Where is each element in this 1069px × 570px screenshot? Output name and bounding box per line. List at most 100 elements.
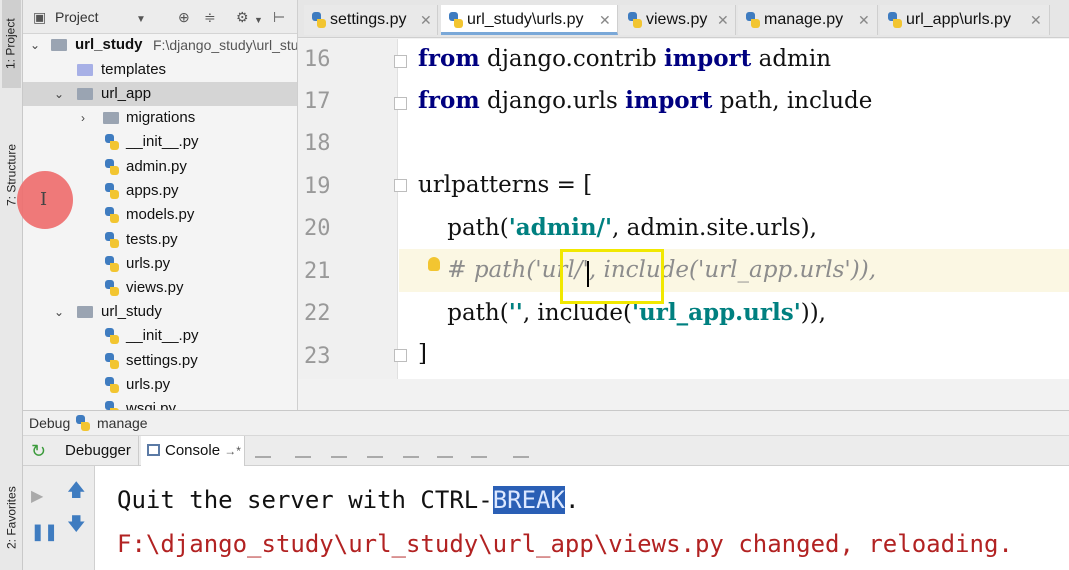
- favorites-tool-tab[interactable]: 2: Favorites: [2, 470, 21, 566]
- tab-views[interactable]: views.py ✕: [620, 5, 736, 35]
- tree-item-label: url_study: [101, 303, 162, 320]
- gear-dropdown-icon[interactable]: ▼: [254, 12, 263, 28]
- close-icon[interactable]: ✕: [717, 5, 729, 35]
- code-editor[interactable]: 16 17 18 19 20 21 22 23 from django.cont…: [298, 39, 1069, 379]
- fold-marker-icon[interactable]: [394, 55, 407, 68]
- console-reload-line: F:\django_study\url_study\url_app\views.…: [117, 530, 1013, 558]
- tab-url-app-urls[interactable]: url_app\urls.py ✕: [880, 5, 1050, 35]
- force-step-into-icon[interactable]: [367, 444, 383, 458]
- show-execution-point-icon[interactable]: [255, 444, 271, 458]
- keyword: import: [664, 45, 752, 72]
- tab-console[interactable]: Console →*: [141, 436, 245, 466]
- project-toolbar: ▣ Project ▼ ⊕ ≑ ⚙ ▼ ⊢: [23, 0, 297, 34]
- code-text: path(: [418, 215, 509, 241]
- line-number: 18: [304, 131, 331, 156]
- tree-item-label: views.py: [126, 279, 184, 296]
- close-icon[interactable]: ✕: [420, 5, 432, 35]
- evaluate-icon[interactable]: [471, 444, 487, 458]
- tab-url-study-urls[interactable]: url_study\urls.py ✕: [441, 5, 618, 35]
- lightbulb-icon[interactable]: [428, 257, 440, 271]
- console-text: .: [564, 486, 580, 514]
- tree-item-file[interactable]: views.py: [23, 276, 297, 300]
- tree-item-file[interactable]: settings.py: [23, 349, 297, 373]
- tree-item-label: tests.py: [126, 231, 178, 248]
- resume-icon[interactable]: ▶: [31, 486, 43, 506]
- tab-label: url_study\urls.py: [467, 11, 584, 28]
- string-literal: '': [508, 299, 523, 326]
- tree-item-file[interactable]: wsgi.py: [23, 397, 297, 410]
- tree-item-label: urls.py: [126, 376, 171, 393]
- debug-config-name[interactable]: manage: [97, 411, 148, 435]
- tree-item-label: settings.py: [126, 352, 198, 369]
- tab-label: views.py: [646, 11, 708, 28]
- tab-label: Console: [165, 442, 221, 459]
- selection-highlight-box: [560, 249, 664, 304]
- line-number: 17: [304, 89, 331, 114]
- tab-label: manage.py: [764, 11, 844, 28]
- fold-marker-icon[interactable]: [394, 179, 407, 192]
- locate-icon[interactable]: ⊕: [178, 9, 190, 25]
- debug-side-controls: ▶ ❚❚ 🡅 🡇: [23, 466, 95, 570]
- import-name: path, include: [712, 88, 873, 114]
- python-file-icon: [105, 256, 119, 272]
- line-number: 16: [304, 47, 331, 72]
- python-file-icon: [105, 159, 119, 175]
- tree-item-file[interactable]: admin.py: [23, 155, 297, 179]
- code-text: , admin.site.urls),: [611, 215, 817, 241]
- chevron-down-icon[interactable]: ⌄: [53, 300, 65, 324]
- chevron-right-icon[interactable]: ›: [77, 106, 89, 130]
- tab-settings[interactable]: settings.py ✕: [304, 5, 438, 35]
- step-into-icon[interactable]: [331, 444, 347, 458]
- console-icon: [147, 444, 160, 456]
- code-line-19: urlpatterns = [: [418, 172, 593, 198]
- tree-root[interactable]: ⌄ url_study F:\django_study\url_study: [23, 33, 297, 57]
- folder-icon: [103, 112, 119, 124]
- tree-item-label: templates: [101, 61, 167, 78]
- chevron-down-icon[interactable]: ⌄: [53, 82, 65, 106]
- rerun-icon[interactable]: ↻: [31, 441, 46, 462]
- console-selected-text: BREAK: [492, 486, 565, 514]
- fold-marker-icon[interactable]: [394, 97, 407, 110]
- arrow-down-icon[interactable]: 🡇: [67, 512, 86, 542]
- close-icon[interactable]: ✕: [858, 5, 870, 35]
- close-icon[interactable]: ✕: [1030, 5, 1042, 35]
- project-tool-tab[interactable]: 1: Project: [2, 0, 21, 88]
- code-text: path(: [418, 300, 509, 326]
- tab-label: settings.py: [330, 11, 407, 28]
- gear-icon[interactable]: ⚙: [236, 9, 249, 25]
- fold-marker-icon[interactable]: [394, 349, 407, 362]
- tree-item-templates[interactable]: templates: [23, 58, 297, 82]
- project-view-icon: ▣: [33, 9, 47, 25]
- tab-manage[interactable]: manage.py ✕: [738, 5, 878, 35]
- folder-icon: [77, 64, 93, 76]
- close-icon[interactable]: ✕: [599, 5, 611, 35]
- python-file-icon: [449, 12, 463, 28]
- python-file-icon: [105, 353, 119, 369]
- tree-item-file[interactable]: __init__.py: [23, 130, 297, 154]
- project-view-label[interactable]: Project: [55, 9, 99, 25]
- frames-icon[interactable]: [513, 444, 529, 458]
- run-to-cursor-icon[interactable]: [437, 444, 453, 458]
- tree-item-file[interactable]: __init__.py: [23, 324, 297, 348]
- tree-item-url-app[interactable]: ⌄ url_app: [23, 82, 297, 106]
- line-number: 19: [304, 174, 331, 199]
- chevron-down-icon[interactable]: ▼: [136, 12, 146, 28]
- folder-icon: [51, 39, 67, 51]
- tree-item-url-study[interactable]: ⌄ url_study: [23, 300, 297, 324]
- collapse-all-icon[interactable]: ≑: [204, 9, 216, 25]
- pause-icon[interactable]: ❚❚: [31, 522, 58, 542]
- tree-item-file[interactable]: urls.py: [23, 252, 297, 276]
- tree-item-migrations[interactable]: › migrations: [23, 106, 297, 130]
- arrow-up-icon[interactable]: 🡅: [67, 478, 86, 508]
- console-output[interactable]: Quit the server with CTRL-BREAK. F:\djan…: [95, 466, 1069, 570]
- hide-panel-icon[interactable]: ⊢: [273, 9, 285, 25]
- tab-debugger[interactable]: Debugger: [61, 436, 139, 466]
- step-over-icon[interactable]: [295, 444, 311, 458]
- step-out-icon[interactable]: [403, 444, 419, 458]
- python-file-icon: [105, 232, 119, 248]
- tree-item-file[interactable]: tests.py: [23, 228, 297, 252]
- python-file-icon: [105, 134, 119, 150]
- tree-item-file[interactable]: urls.py: [23, 373, 297, 397]
- python-file-icon: [628, 12, 642, 28]
- chevron-down-icon[interactable]: ⌄: [29, 33, 41, 57]
